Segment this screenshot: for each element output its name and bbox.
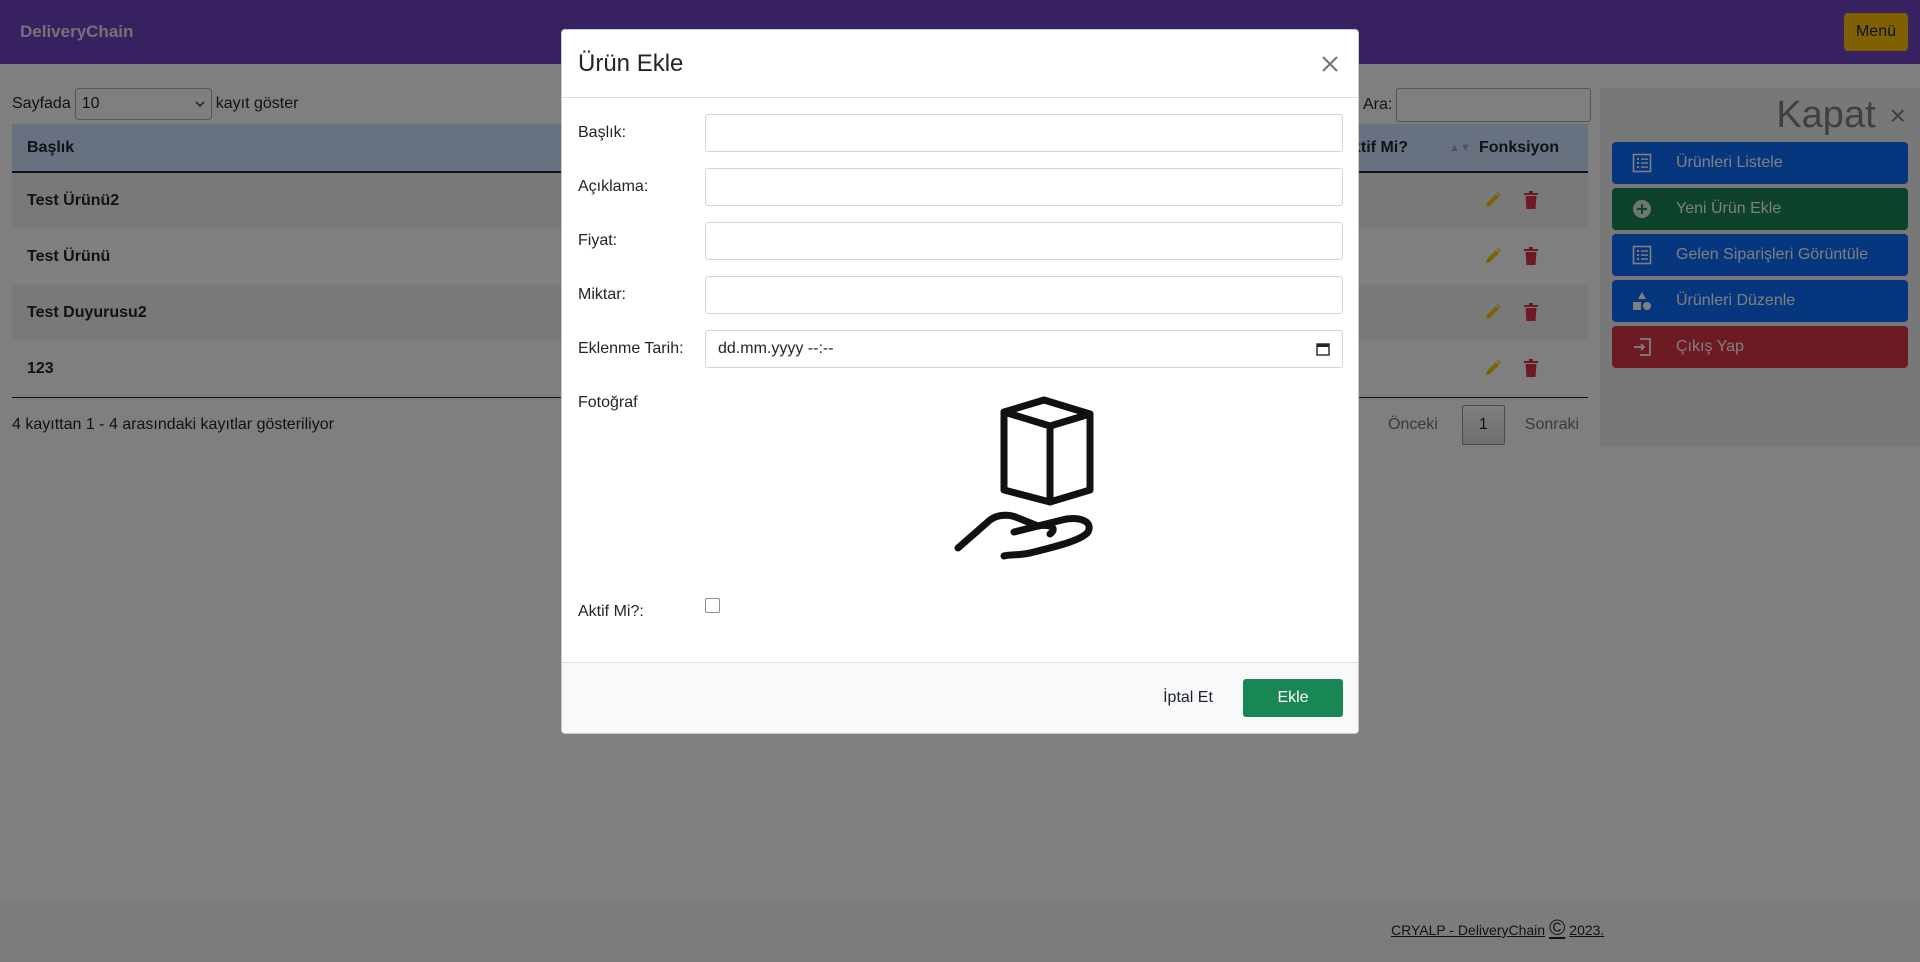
active-checkbox[interactable] (705, 597, 720, 613)
title-label: Başlık: (578, 124, 627, 141)
add-product-modal: Ürün Ekle Başlık: Açıklama: Fiyat: Mikta… (561, 29, 1359, 734)
description-label: Açıklama: (578, 178, 649, 195)
date-label: Eklenme Tarih: (578, 340, 684, 357)
title-input[interactable] (705, 114, 1343, 152)
modal-title: Ürün Ekle (578, 49, 684, 77)
close-icon[interactable] (1318, 52, 1342, 76)
quantity-input[interactable] (705, 276, 1343, 314)
calendar-icon[interactable] (1316, 342, 1330, 356)
modal-footer: İptal Et Ekle (562, 662, 1358, 733)
date-input[interactable]: dd.mm.yyyy --:-- (705, 330, 1343, 368)
box-in-hand-icon[interactable] (954, 396, 1102, 562)
form-row-date: Eklenme Tarih: dd.mm.yyyy --:-- (578, 330, 1343, 368)
description-input[interactable] (705, 168, 1343, 206)
cancel-button[interactable]: İptal Et (1146, 679, 1230, 717)
active-label: Aktif Mi?: (578, 603, 644, 620)
quantity-label: Miktar: (578, 286, 626, 303)
price-input[interactable] (705, 222, 1343, 260)
form-row-title: Başlık: (578, 114, 1343, 152)
form-row-description: Açıklama: (578, 168, 1343, 206)
modal-header: Ürün Ekle (562, 30, 1358, 98)
date-value: dd.mm.yyyy --:-- (718, 340, 834, 357)
form-row-photo: Fotoğraf (578, 394, 705, 412)
photo-label: Fotoğraf (578, 394, 638, 411)
price-label: Fiyat: (578, 232, 618, 249)
add-button[interactable]: Ekle (1243, 679, 1343, 717)
form-row-price: Fiyat: (578, 222, 1343, 260)
form-row-quantity: Miktar: (578, 276, 1343, 314)
form-row-active: Aktif Mi?: (578, 597, 720, 621)
